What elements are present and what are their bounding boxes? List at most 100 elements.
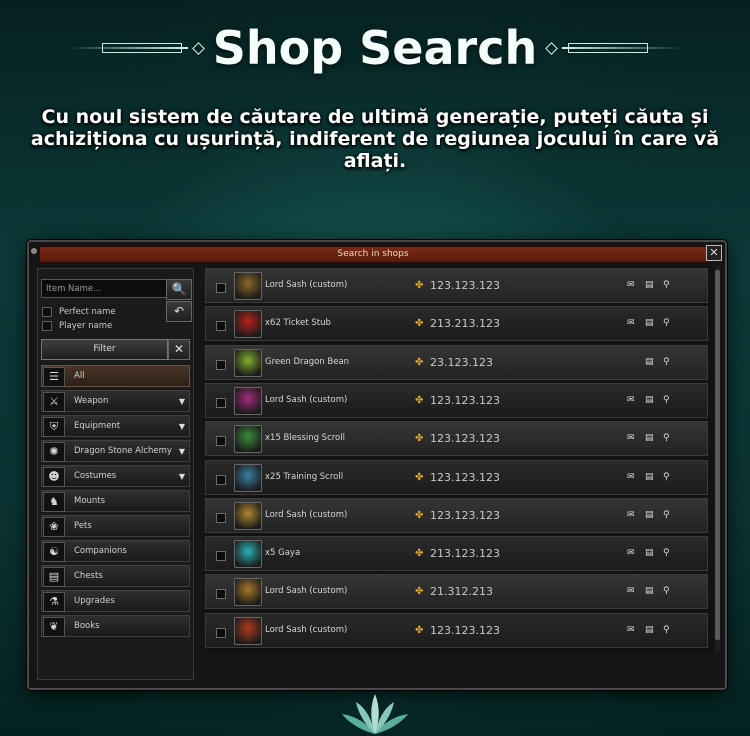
shop-icon[interactable]: ▤ (645, 461, 654, 494)
category-equipment[interactable]: ⛨ Equipment ▼ (41, 415, 190, 437)
row-select-checkbox[interactable] (216, 474, 226, 485)
result-row[interactable]: x15 Blessing Scroll ✤ 123.123.123 ✉ ▤ ⚲ (205, 421, 708, 457)
weapon-icon: ⚔ (43, 392, 65, 412)
category-pets[interactable]: ❀ Pets (41, 515, 190, 537)
search-button[interactable]: 🔍 (166, 279, 192, 300)
item-icon (234, 540, 262, 569)
mail-icon[interactable]: ✉ (627, 269, 635, 302)
category-label: Pets (74, 521, 92, 531)
category-all[interactable]: ☰ All (41, 365, 190, 387)
shop-icon[interactable]: ▤ (645, 614, 654, 647)
item-icon (234, 272, 262, 300)
item-name: Lord Sash (custom) (265, 624, 348, 635)
search-icon[interactable]: ⚲ (663, 537, 670, 570)
category-books[interactable]: ❦ Books (41, 615, 190, 637)
search-icon[interactable]: ⚲ (663, 307, 670, 340)
category-upgrades[interactable]: ⚗ Upgrades (41, 590, 190, 612)
window-close-button[interactable]: ✕ (706, 245, 722, 261)
gold-icon: ✤ (415, 586, 424, 598)
chevron-down-icon[interactable]: ▼ (179, 441, 185, 462)
window-titlebar: Search in shops (39, 246, 707, 263)
result-row[interactable]: Lord Sash (custom) ✤ 21.312.213 ✉ ▤ ⚲ (205, 574, 708, 610)
row-select-checkbox[interactable] (216, 283, 226, 293)
shop-icon[interactable]: ▤ (645, 346, 654, 379)
item-icon (234, 463, 262, 492)
search-icon[interactable]: ⚲ (663, 614, 670, 647)
search-icon[interactable]: ⚲ (663, 422, 670, 455)
shop-icon[interactable]: ▤ (645, 422, 654, 455)
chevron-down-icon[interactable]: ▼ (179, 466, 185, 487)
item-icon (234, 348, 262, 377)
item-price: 123.123.123 (430, 279, 500, 292)
category-mounts[interactable]: ♞ Mounts (41, 490, 190, 512)
category-companions[interactable]: ☯ Companions (41, 540, 190, 562)
item-price: 23.123.123 (430, 355, 493, 369)
mail-icon[interactable]: ✉ (627, 384, 635, 417)
shop-icon[interactable]: ▤ (645, 384, 654, 417)
row-select-checkbox[interactable] (216, 321, 226, 332)
mail-icon[interactable]: ✉ (627, 537, 635, 570)
chevron-down-icon[interactable]: ▼ (179, 391, 185, 412)
category-weapon[interactable]: ⚔ Weapon ▼ (41, 390, 190, 412)
mail-icon[interactable]: ✉ (627, 461, 635, 494)
shop-icon[interactable]: ▤ (645, 307, 654, 340)
shop-icon[interactable]: ▤ (645, 499, 654, 532)
item-name-input[interactable] (41, 279, 167, 298)
filter-button[interactable]: Filter (41, 339, 168, 360)
category-label: Weapon (74, 396, 109, 406)
result-row[interactable]: x62 Ticket Stub ✤ 213.213.123 ✉ ▤ ⚲ (205, 306, 708, 342)
item-price: 123.123.123 (430, 393, 500, 407)
item-icon (234, 310, 262, 339)
row-select-checkbox[interactable] (216, 627, 226, 638)
reset-button[interactable]: ↶ (166, 301, 192, 322)
search-icon[interactable]: ⚲ (663, 346, 670, 379)
mail-icon[interactable]: ✉ (627, 422, 635, 455)
books-icon: ❦ (43, 617, 65, 637)
gold-icon: ✤ (415, 433, 424, 445)
category-label: Chests (74, 571, 103, 581)
row-select-checkbox[interactable] (216, 397, 226, 408)
search-icon[interactable]: ⚲ (663, 384, 670, 417)
mail-icon[interactable]: ✉ (627, 307, 635, 340)
perfect-name-option: Perfect name (42, 306, 116, 318)
scroll-thumb[interactable] (715, 270, 720, 640)
item-price: 123.123.123 (430, 470, 500, 484)
diamond-icon (191, 41, 205, 55)
chevron-down-icon[interactable]: ▼ (179, 416, 185, 437)
result-row[interactable]: x5 Gaya ✤ 213.123.123 ✉ ▤ ⚲ (205, 536, 708, 572)
row-select-checkbox[interactable] (216, 436, 226, 447)
result-row[interactable]: Lord Sash (custom) ✤ 123.123.123 ✉ ▤ ⚲ (205, 382, 708, 418)
mail-icon[interactable]: ✉ (627, 614, 635, 647)
search-icon[interactable]: ⚲ (663, 269, 670, 302)
close-icon: ✕ (173, 342, 185, 356)
shop-icon[interactable]: ▤ (645, 269, 654, 302)
result-row[interactable]: Lord Sash (custom) ✤ 123.123.123 ✉ ▤ ⚲ (205, 268, 708, 303)
category-label: Companions (74, 546, 127, 556)
category-costumes[interactable]: ☻ Costumes ▼ (41, 465, 190, 487)
undo-icon: ↶ (173, 304, 185, 318)
row-select-checkbox[interactable] (216, 359, 226, 370)
clear-filter-button[interactable]: ✕ (168, 339, 190, 360)
title-ornament-right (562, 43, 683, 53)
upgrades-icon: ⚗ (43, 592, 65, 612)
search-icon[interactable]: ⚲ (663, 461, 670, 494)
search-icon[interactable]: ⚲ (663, 575, 670, 608)
row-select-checkbox[interactable] (216, 551, 226, 562)
result-row[interactable]: Lord Sash (custom) ✤ 123.123.123 ✉ ▤ ⚲ (205, 497, 708, 533)
category-chests[interactable]: ▤ Chests (41, 565, 190, 587)
player-name-checkbox[interactable] (42, 321, 52, 331)
mail-icon[interactable]: ✉ (627, 499, 635, 532)
result-row[interactable]: Lord Sash (custom) ✤ 123.123.123 ✉ ▤ ⚲ (205, 612, 708, 648)
perfect-name-checkbox[interactable] (42, 307, 52, 317)
row-select-checkbox[interactable] (216, 589, 226, 600)
shop-icon[interactable]: ▤ (645, 575, 654, 608)
category-dragon-stone-alchemy[interactable]: ✺ Dragon Stone Alchemy ▼ (41, 440, 190, 462)
category-label: Dragon Stone Alchemy (74, 446, 172, 456)
search-icon[interactable]: ⚲ (663, 499, 670, 532)
shop-icon[interactable]: ▤ (645, 537, 654, 570)
result-row[interactable]: Green Dragon Bean ✤ 23.123.123 ▤ ⚲ (205, 344, 708, 380)
mail-icon[interactable]: ✉ (627, 575, 635, 608)
results-scrollbar[interactable] (715, 266, 720, 652)
row-select-checkbox[interactable] (216, 512, 226, 523)
result-row[interactable]: x25 Training Scroll ✤ 123.123.123 ✉ ▤ ⚲ (205, 459, 708, 495)
